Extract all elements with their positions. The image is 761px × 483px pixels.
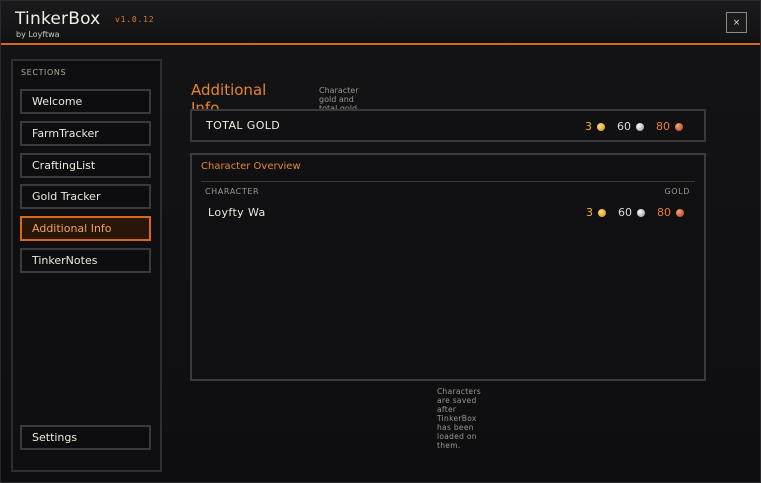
silver-value: 60 [617, 120, 631, 133]
total-gold-panel: TOTAL GOLD 3 60 80 [190, 109, 706, 142]
sidebar-item-craftinglist[interactable]: CraftingList [20, 153, 151, 178]
copper-value: 80 [657, 206, 671, 219]
sidebar-item-farmtracker[interactable]: FarmTracker [20, 121, 151, 146]
total-gold-label: TOTAL GOLD [206, 119, 281, 132]
sidebar-item-label: Additional Info [32, 222, 112, 235]
sidebar-item-label: Gold Tracker [32, 190, 101, 203]
sidebar-item-settings[interactable]: Settings [20, 425, 151, 450]
column-header-character: CHARACTER [205, 187, 260, 196]
character-overview-title: Character Overview [201, 161, 301, 172]
gold-value: 3 [585, 120, 592, 133]
copper-coin-icon [675, 122, 683, 131]
character-gold-amount: 3 60 80 [586, 206, 684, 219]
character-overview-panel: Character Overview CHARACTER GOLD Loyfty… [190, 153, 706, 381]
divider [201, 181, 695, 182]
silver-value: 60 [618, 206, 632, 219]
app-version: v1.0.12 [115, 15, 155, 24]
title-bar[interactable]: TinkerBox v1.0.12 by Loyftwa × [1, 1, 760, 45]
sidebar-item-additional-info[interactable]: Additional Info [20, 216, 151, 241]
sidebar-item-label: Welcome [32, 95, 83, 108]
close-button[interactable]: × [726, 12, 747, 33]
silver-coin-icon [636, 122, 644, 131]
gold-coin-icon [598, 208, 606, 217]
sidebar-item-label: CraftingList [32, 159, 96, 172]
sidebar-item-label: TinkerNotes [32, 254, 98, 267]
copper-value: 80 [656, 120, 670, 133]
close-icon: × [732, 17, 741, 28]
app-window: TinkerBox v1.0.12 by Loyftwa × SECTIONS … [0, 0, 761, 483]
silver-coin-icon [637, 208, 645, 217]
total-gold-amount: 3 60 80 [585, 120, 683, 133]
sidebar-item-welcome[interactable]: Welcome [20, 89, 151, 114]
sidebar-item-tinkernotes[interactable]: TinkerNotes [20, 248, 151, 273]
sidebar-item-label: FarmTracker [32, 127, 99, 140]
gold-coin-icon [597, 122, 605, 131]
table-row: Loyfty Wa 3 60 80 [200, 203, 696, 223]
sidebar-heading: SECTIONS [21, 68, 67, 77]
app-byline: by Loyftwa [16, 30, 60, 39]
app-title: TinkerBox [15, 9, 101, 29]
gold-value: 3 [586, 206, 593, 219]
footer-note: Characters are saved after TinkerBox has… [437, 387, 481, 450]
column-header-gold: GOLD [664, 187, 690, 196]
sidebar: SECTIONS Welcome FarmTracker CraftingLis… [11, 59, 162, 472]
sidebar-item-gold-tracker[interactable]: Gold Tracker [20, 184, 151, 209]
copper-coin-icon [676, 208, 684, 217]
character-name: Loyfty Wa [208, 206, 266, 219]
sidebar-item-label: Settings [32, 431, 78, 444]
